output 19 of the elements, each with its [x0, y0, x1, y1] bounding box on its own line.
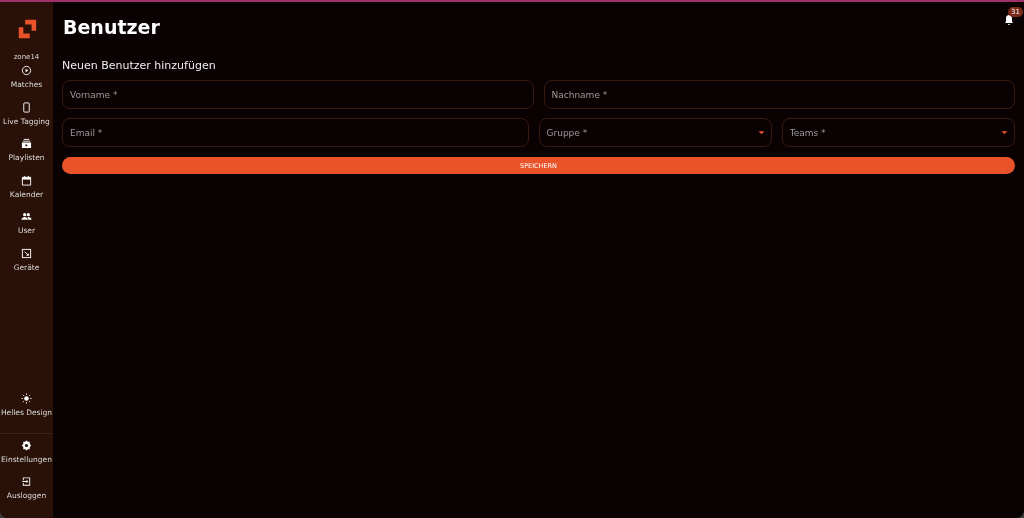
device-icon	[21, 247, 32, 259]
bell-icon	[1003, 14, 1015, 26]
phone-icon	[21, 101, 32, 113]
input-field[interactable]: Vorname *	[62, 80, 534, 109]
logout-icon	[21, 476, 32, 488]
input-field[interactable]: Email *	[62, 118, 529, 147]
caret-icon	[757, 129, 765, 136]
playlist-icon	[21, 138, 32, 150]
input-field[interactable]: Nachname *	[543, 80, 1015, 109]
settings-icon	[21, 439, 32, 451]
calendar-icon	[21, 174, 32, 186]
page-title: Benutzer	[63, 16, 160, 38]
select-field[interactable]: Gruppe *	[538, 118, 772, 147]
sun-icon	[21, 393, 32, 405]
form-heading: Neuen Benutzer hinzufügen	[62, 59, 217, 72]
caret-icon	[1001, 129, 1008, 136]
people-icon	[21, 211, 32, 223]
select-field[interactable]: Teams *	[781, 118, 1015, 147]
play-circle-icon	[21, 65, 32, 76]
